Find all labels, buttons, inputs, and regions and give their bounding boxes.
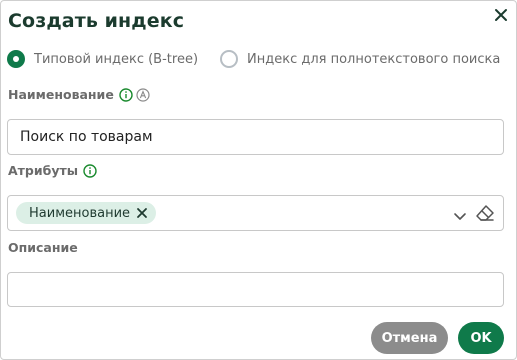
radio-label-btree: Типовой индекс (B-tree): [34, 51, 199, 67]
eraser-icon[interactable]: [475, 204, 495, 226]
description-field-label: Описание: [8, 240, 78, 255]
info-icon[interactable]: [119, 87, 133, 102]
create-index-dialog: Создать индекс Типовой индекс (B-tree) И…: [0, 0, 517, 360]
info-icon[interactable]: [83, 163, 97, 178]
name-field-label: Наименование: [8, 87, 114, 102]
ok-button[interactable]: OK: [458, 322, 504, 354]
attributes-field-label: Атрибуты: [8, 163, 79, 178]
attributes-multiselect[interactable]: Наименование: [7, 195, 504, 231]
attributes-field-label-row: Атрибуты: [8, 163, 97, 178]
radio-option-fulltext[interactable]: Индекс для полнотекстового поиска: [220, 50, 500, 68]
close-icon[interactable]: [492, 6, 510, 24]
attribute-chip: Наименование: [16, 202, 157, 224]
radio-label-fulltext: Индекс для полнотекстового поиска: [247, 51, 501, 67]
chevron-down-icon[interactable]: [453, 207, 467, 226]
index-type-radio-group: Типовой индекс (B-tree) Индекс для полно…: [7, 50, 500, 68]
cancel-button[interactable]: Отмена: [371, 322, 448, 354]
radio-option-btree[interactable]: Типовой индекс (B-tree): [7, 50, 198, 68]
radio-button-unselected[interactable]: [220, 50, 239, 68]
letter-a-circle-icon[interactable]: [136, 87, 150, 102]
name-field-label-row: Наименование: [8, 87, 150, 102]
radio-button-selected[interactable]: [7, 50, 25, 68]
chip-remove-icon[interactable]: [136, 207, 148, 219]
attribute-chip-label: Наименование: [29, 205, 131, 221]
name-input[interactable]: [7, 119, 504, 155]
dialog-title: Создать индекс: [8, 10, 185, 32]
description-field-label-row: Описание: [8, 240, 78, 255]
description-input[interactable]: [7, 272, 504, 307]
